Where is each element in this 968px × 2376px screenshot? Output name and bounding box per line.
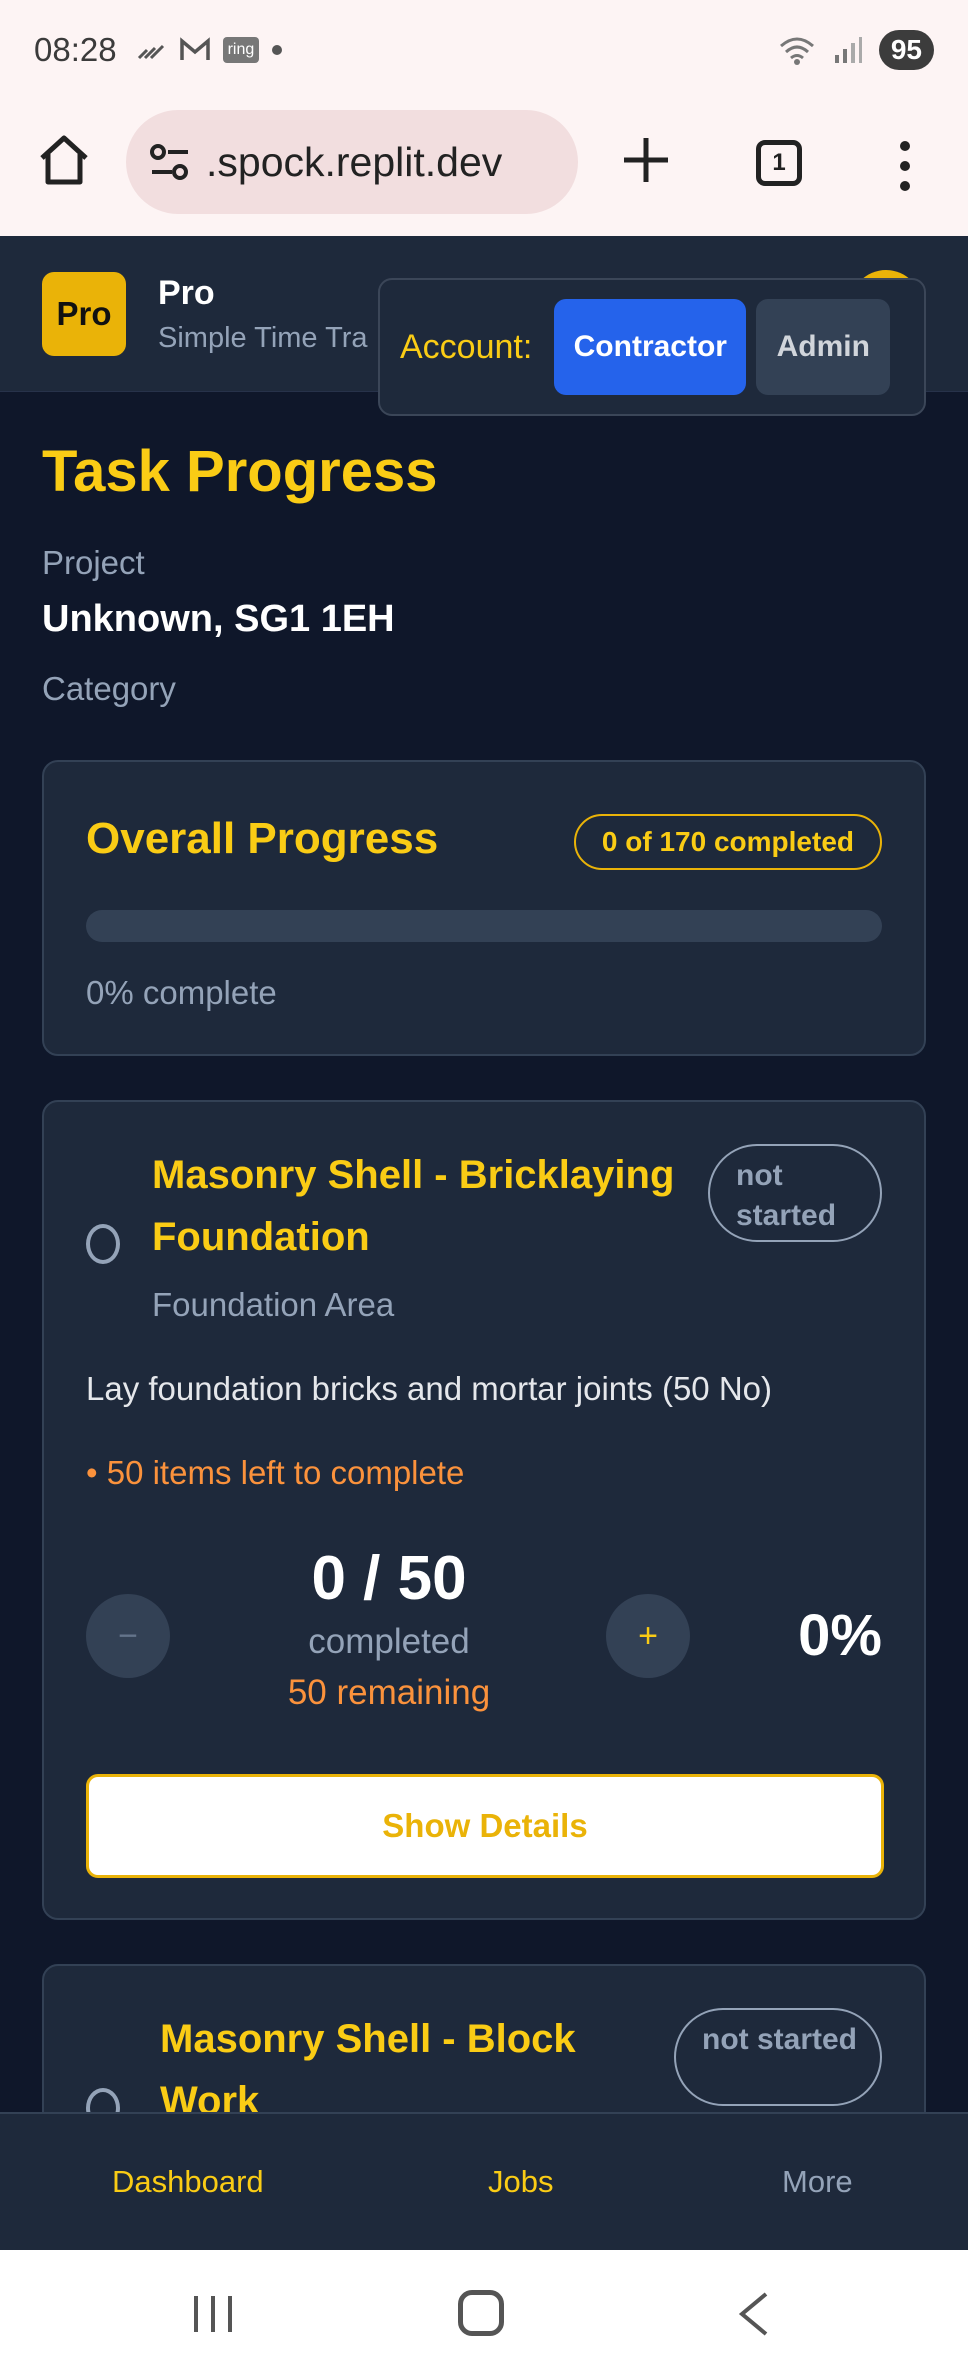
- overall-progress-card: Overall Progress 0 of 170 completed 0% c…: [42, 760, 926, 1056]
- back-icon[interactable]: [736, 2290, 770, 2338]
- app-header: Pro Pro Simple Time Tra Account: Contrac…: [0, 236, 968, 416]
- app-name: Pro: [158, 274, 215, 312]
- overall-progress-bar: [86, 910, 882, 942]
- completed-count-badge: 0 of 170 completed: [573, 814, 882, 870]
- overflow-menu-icon[interactable]: [880, 136, 930, 196]
- signal-icon: [834, 37, 862, 63]
- home-icon[interactable]: [34, 130, 94, 190]
- app-subtitle: Simple Time Tra: [158, 322, 368, 354]
- decrement-button[interactable]: −: [86, 1594, 170, 1678]
- increment-button[interactable]: +: [606, 1594, 690, 1678]
- gmail-icon: [179, 37, 210, 60]
- nav-jobs[interactable]: Jobs: [488, 2164, 553, 2200]
- system-status-icons: 95: [777, 30, 934, 70]
- status-time: 08:28: [34, 31, 117, 68]
- wifi-icon: [779, 37, 814, 65]
- status-badge: not started: [674, 2008, 882, 2106]
- account-switcher: Account: Contractor Admin: [378, 278, 926, 416]
- bottom-nav: Dashboard Jobs More: [0, 2112, 968, 2250]
- account-label: Account:: [400, 327, 533, 366]
- task-percent: 0%: [798, 1603, 882, 1668]
- ring-app-icon: ring: [222, 37, 260, 63]
- task-title: Masonry Shell - Block Work: [160, 2017, 576, 2112]
- app-logo[interactable]: Pro: [42, 272, 126, 356]
- address-bar[interactable]: .spock.replit.dev: [126, 110, 578, 214]
- task-description: Lay foundation bricks and mortar joints …: [86, 1370, 773, 1407]
- task-area: Foundation Area: [152, 1286, 395, 1323]
- task-status-circle-icon[interactable]: [86, 2088, 120, 2112]
- overall-percent-text: 0% complete: [86, 974, 277, 1011]
- task-counter: 0 / 50 completed 50 remaining: [244, 1542, 534, 1718]
- main-content[interactable]: Task Progress Project Unknown, SG1 1EH C…: [0, 392, 968, 2112]
- missed-call-icon: [137, 44, 164, 60]
- battery-indicator: 95: [878, 30, 934, 70]
- system-home-icon[interactable]: [458, 2290, 504, 2336]
- task-count: 0 / 50: [311, 1544, 467, 1613]
- project-label: Project: [42, 544, 145, 581]
- completed-label: completed: [308, 1622, 470, 1661]
- notification-icons: ring: [137, 37, 284, 63]
- project-value: Unknown, SG1 1EH: [42, 598, 395, 640]
- page-title: Task Progress: [42, 439, 438, 504]
- system-navigation-bar: [0, 2250, 968, 2376]
- status-badge: not started: [708, 1144, 882, 1242]
- task-title: Masonry Shell - Bricklaying Foundation: [152, 1153, 675, 1259]
- nav-dashboard[interactable]: Dashboard: [112, 2164, 264, 2200]
- overall-progress-title: Overall Progress: [86, 814, 439, 863]
- url-text: .spock.replit.dev: [206, 138, 503, 185]
- admin-button[interactable]: Admin: [756, 299, 891, 395]
- dot-icon: [272, 45, 283, 55]
- nav-more[interactable]: More: [782, 2164, 853, 2200]
- remaining-label: 50 remaining: [287, 1673, 491, 1712]
- task-card: Masonry Shell - Block Work not started: [42, 1964, 926, 2112]
- category-label: Category: [42, 670, 176, 707]
- site-settings-icon[interactable]: [148, 140, 192, 184]
- new-tab-icon[interactable]: [616, 130, 676, 190]
- contractor-button[interactable]: Contractor: [554, 299, 747, 395]
- recent-apps-icon[interactable]: [190, 2294, 236, 2334]
- task-status-circle-icon[interactable]: [86, 1224, 120, 1264]
- show-details-button[interactable]: Show Details: [86, 1774, 884, 1878]
- task-card: Masonry Shell - Bricklaying Foundation n…: [42, 1100, 926, 1920]
- tab-switcher-button[interactable]: 1: [756, 140, 802, 186]
- items-left-note: • 50 items left to complete: [86, 1454, 465, 1491]
- status-bar: 08:28 ring 95: [0, 0, 968, 100]
- browser-toolbar: .spock.replit.dev 1: [0, 100, 968, 236]
